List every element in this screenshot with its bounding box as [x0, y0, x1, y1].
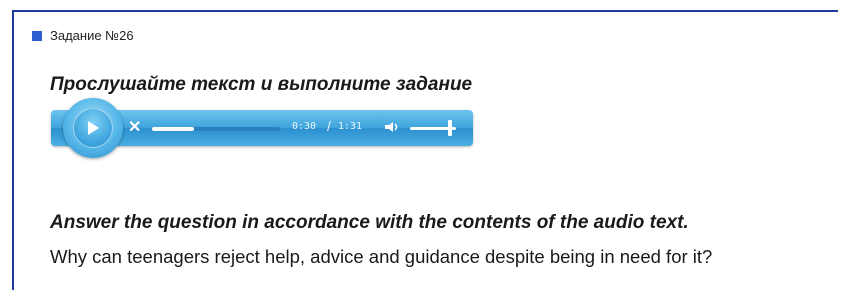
total-time: 1:31: [338, 121, 363, 132]
play-icon: [88, 121, 99, 135]
task-header: Задание №26: [32, 28, 134, 43]
play-button[interactable]: [63, 98, 123, 158]
task-label: Задание №26: [50, 28, 134, 43]
volume-slider-thumb[interactable]: [448, 120, 452, 136]
instruction-heading: Прослушайте текст и выполните задание: [50, 74, 473, 95]
time-separator: /: [327, 118, 331, 134]
volume-icon[interactable]: [384, 121, 400, 133]
question-title: Answer the question in accordance with t…: [50, 212, 689, 233]
stop-icon[interactable]: ✕: [128, 119, 141, 137]
question-text: Why can teenagers reject help, advice an…: [50, 246, 713, 267]
current-time: 0:30: [292, 121, 317, 132]
progress-bar[interactable]: [152, 127, 280, 131]
task-marker-icon: [32, 30, 42, 41]
play-button-inner: [73, 108, 113, 148]
progress-fill: [152, 127, 195, 131]
